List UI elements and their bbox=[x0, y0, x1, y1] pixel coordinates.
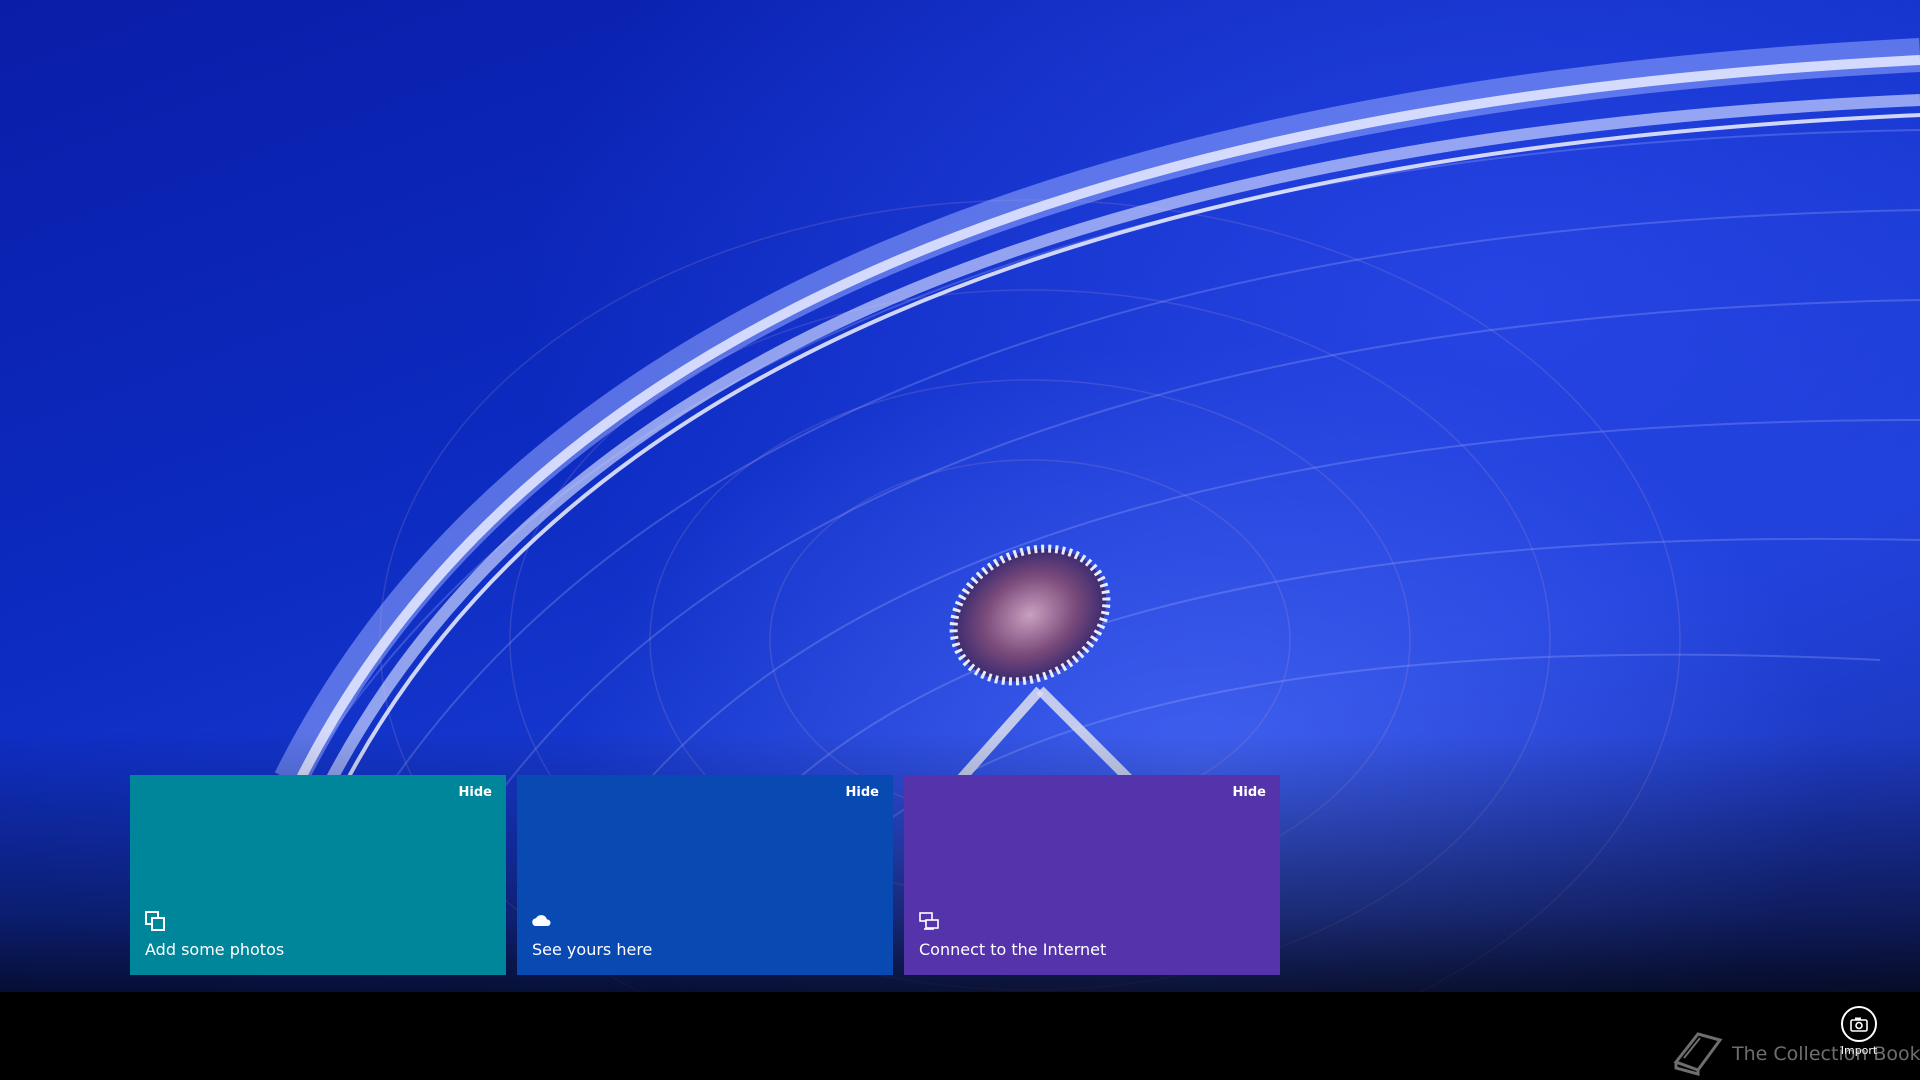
connect-internet-tile[interactable]: Hide Connect to the Internet bbox=[904, 775, 1280, 975]
section-heading-peek bbox=[130, 983, 270, 992]
onedrive-cloud-icon bbox=[532, 915, 551, 926]
tile-label: See yours here bbox=[532, 940, 653, 959]
photos-icon bbox=[145, 911, 165, 931]
book-icon bbox=[1673, 1032, 1723, 1076]
hide-button[interactable]: Hide bbox=[459, 785, 492, 800]
section-heading-peek bbox=[517, 983, 657, 992]
network-icon bbox=[919, 912, 939, 930]
onedrive-tile[interactable]: Hide See yours here bbox=[517, 775, 893, 975]
hide-button[interactable]: Hide bbox=[1233, 785, 1266, 800]
tile-label: Add some photos bbox=[145, 940, 285, 959]
tile-label: Connect to the Internet bbox=[919, 940, 1107, 959]
hide-button[interactable]: Hide bbox=[846, 785, 879, 800]
section-heading-peek bbox=[904, 983, 1044, 992]
watermark-text: The Collection Book bbox=[1732, 1043, 1920, 1065]
add-photos-tile[interactable]: Hide Add some photos bbox=[130, 775, 506, 975]
watermark: The Collection Book bbox=[1668, 1028, 1920, 1076]
app-bar bbox=[0, 992, 1920, 1080]
